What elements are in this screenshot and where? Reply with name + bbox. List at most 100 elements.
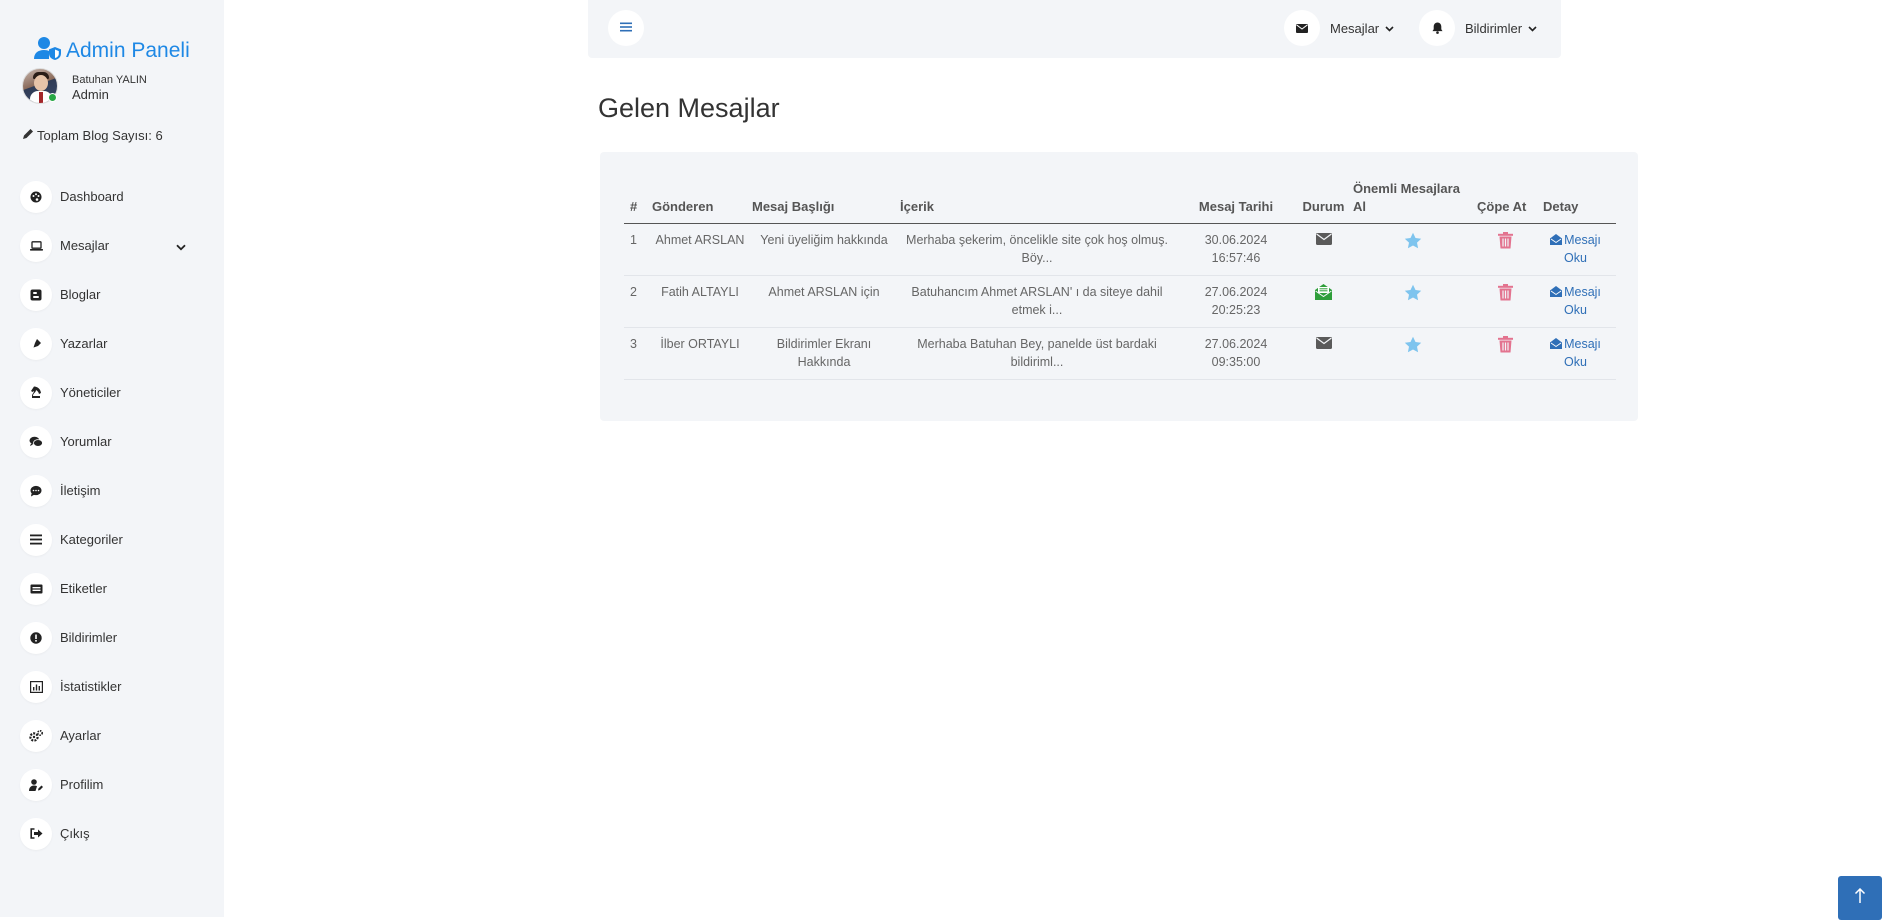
sidebar-item-bloglar[interactable]: Bloglar bbox=[20, 270, 200, 319]
sidebar-item-label: Kategoriler bbox=[60, 532, 123, 547]
col-trash: Çöpe At bbox=[1475, 180, 1535, 224]
row-num: 1 bbox=[624, 223, 650, 276]
bars-icon bbox=[620, 19, 632, 37]
row-subject: Yeni üyeliğim hakkında bbox=[750, 223, 898, 276]
notifications-dropdown[interactable]: Bildirimler bbox=[1419, 10, 1537, 46]
col-sender: Gönderen bbox=[650, 180, 750, 224]
row-date: 27.06.2024 09:35:00 bbox=[1176, 327, 1296, 380]
sidebar-item-iletisim[interactable]: İletişim bbox=[20, 466, 200, 515]
sidebar-item-profilim[interactable]: Profilim bbox=[20, 760, 200, 809]
row-date: 30.06.2024 16:57:46 bbox=[1176, 223, 1296, 276]
sidebar-menu: Dashboard Mesajlar Bloglar Yazarlar Yöne… bbox=[20, 172, 200, 858]
sidebar-toggle-button[interactable] bbox=[608, 10, 644, 46]
sidebar-item-label: Profilim bbox=[60, 777, 104, 792]
blogger-icon bbox=[20, 278, 52, 311]
star-icon[interactable] bbox=[1404, 232, 1422, 254]
row-content: Batuhancım Ahmet ARSLAN' ı da siteye dah… bbox=[898, 275, 1176, 328]
chart-icon bbox=[20, 670, 52, 703]
row-date-day: 27.06.2024 bbox=[1204, 285, 1268, 299]
sidebar-item-label: Bloglar bbox=[60, 287, 101, 302]
messages-table: # Gönderen Mesaj Başlığı İçerik Mesaj Ta… bbox=[624, 180, 1616, 380]
col-detail: Detay bbox=[1535, 180, 1616, 224]
messages-card: # Gönderen Mesaj Başlığı İçerik Mesaj Ta… bbox=[600, 152, 1638, 421]
sidebar-item-istatistikler[interactable]: İstatistikler bbox=[20, 662, 200, 711]
sidebar-item-label: Yorumlar bbox=[60, 434, 112, 449]
sidebar-item-kategoriler[interactable]: Kategoriler bbox=[20, 515, 200, 564]
gears-icon bbox=[20, 719, 52, 752]
blog-count-text: Toplam Blog Sayısı: 6 bbox=[37, 128, 163, 143]
col-num: # bbox=[624, 180, 650, 224]
blog-count: Toplam Blog Sayısı: 6 bbox=[22, 128, 163, 143]
scroll-to-top-button[interactable] bbox=[1838, 876, 1882, 920]
laptop-icon bbox=[20, 229, 52, 262]
row-subject: Ahmet ARSLAN için bbox=[750, 275, 898, 328]
row-important bbox=[1351, 327, 1475, 380]
row-date-time: 16:57:46 bbox=[1211, 251, 1261, 265]
sidebar-item-label: Yöneticiler bbox=[60, 385, 121, 400]
sidebar-item-label: Ayarlar bbox=[60, 728, 101, 743]
brand-title: Admin Paneli bbox=[66, 39, 190, 62]
rectangle-list-icon bbox=[20, 572, 52, 605]
row-detail: Mesajı Oku bbox=[1535, 223, 1616, 276]
row-status bbox=[1296, 275, 1351, 328]
row-detail: Mesajı Oku bbox=[1535, 275, 1616, 328]
trash-icon[interactable] bbox=[1497, 232, 1513, 254]
read-message-link[interactable]: Mesajı Oku bbox=[1550, 285, 1601, 317]
star-icon[interactable] bbox=[1404, 336, 1422, 358]
row-sender: İlber ORTAYLI bbox=[650, 327, 750, 380]
user-role: Admin bbox=[72, 87, 109, 102]
read-message-label: Mesajı Oku bbox=[1564, 233, 1601, 265]
col-important: Önemli Mesajlara Al bbox=[1351, 180, 1475, 224]
col-date: Mesaj Tarihi bbox=[1176, 180, 1296, 224]
sidebar-item-yoneticiler[interactable]: Yöneticiler bbox=[20, 368, 200, 417]
brand[interactable]: Admin Paneli bbox=[34, 36, 190, 66]
row-status bbox=[1296, 327, 1351, 380]
pen-nib-icon bbox=[20, 327, 52, 360]
sidebar-item-label: Dashboard bbox=[60, 189, 124, 204]
trash-icon[interactable] bbox=[1497, 284, 1513, 306]
sidebar-item-label: Çıkış bbox=[60, 826, 90, 841]
sign-out-icon bbox=[20, 817, 52, 850]
sidebar-item-ayarlar[interactable]: Ayarlar bbox=[20, 711, 200, 760]
trash-icon[interactable] bbox=[1497, 336, 1513, 358]
comments-icon bbox=[20, 425, 52, 458]
list-icon bbox=[20, 523, 52, 556]
star-icon[interactable] bbox=[1404, 284, 1422, 306]
row-detail: Mesajı Oku bbox=[1535, 327, 1616, 380]
sidebar-item-cikis[interactable]: Çıkış bbox=[20, 809, 200, 858]
row-important bbox=[1351, 223, 1475, 276]
row-date: 27.06.2024 20:25:23 bbox=[1176, 275, 1296, 328]
read-message-label: Mesajı Oku bbox=[1564, 285, 1601, 317]
row-date-day: 27.06.2024 bbox=[1204, 337, 1268, 351]
sidebar-item-dashboard[interactable]: Dashboard bbox=[20, 172, 200, 221]
sidebar-item-yazarlar[interactable]: Yazarlar bbox=[20, 319, 200, 368]
messages-dropdown[interactable]: Mesajlar bbox=[1284, 10, 1394, 46]
chess-knight-icon bbox=[20, 376, 52, 409]
row-date-time: 09:35:00 bbox=[1211, 355, 1261, 369]
row-num: 3 bbox=[624, 327, 650, 380]
table-header-row: # Gönderen Mesaj Başlığı İçerik Mesaj Ta… bbox=[624, 180, 1616, 224]
envelope-icon bbox=[1315, 336, 1332, 354]
row-num: 2 bbox=[624, 275, 650, 328]
palette-icon bbox=[20, 180, 52, 213]
chevron-down-icon bbox=[1528, 19, 1537, 37]
envelope-icon bbox=[1284, 10, 1320, 46]
user-name: Batuhan YALIN bbox=[72, 74, 147, 86]
sidebar-item-mesajlar[interactable]: Mesajlar bbox=[20, 221, 200, 270]
bell-icon bbox=[1419, 10, 1455, 46]
chevron-down-icon[interactable] bbox=[176, 238, 186, 256]
sidebar-item-etiketler[interactable]: Etiketler bbox=[20, 564, 200, 613]
sidebar-item-bildirimler[interactable]: Bildirimler bbox=[20, 613, 200, 662]
read-message-link[interactable]: Mesajı Oku bbox=[1550, 337, 1601, 369]
messages-dropdown-label: Mesajlar bbox=[1330, 20, 1380, 36]
envelope-open-icon bbox=[1550, 338, 1563, 349]
row-content: Merhaba şekerim, öncelikle site çok hoş … bbox=[898, 223, 1176, 276]
row-date-time: 20:25:23 bbox=[1211, 303, 1261, 317]
sidebar-item-yorumlar[interactable]: Yorumlar bbox=[20, 417, 200, 466]
exclamation-circle-icon bbox=[20, 621, 52, 654]
row-date-day: 30.06.2024 bbox=[1204, 233, 1268, 247]
envelope-open-icon bbox=[1550, 286, 1563, 297]
comment-dots-icon bbox=[20, 474, 52, 507]
read-message-link[interactable]: Mesajı Oku bbox=[1550, 233, 1601, 265]
pencil-icon bbox=[22, 128, 37, 143]
